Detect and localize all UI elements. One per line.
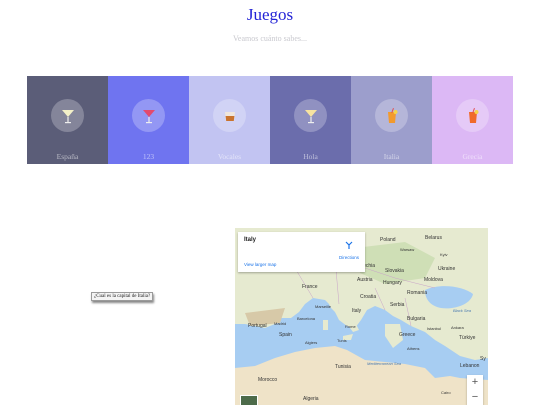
- map-label: Lebanon: [460, 363, 480, 369]
- category-label: Grecia: [462, 152, 483, 161]
- cocktail-red-icon: [132, 99, 165, 132]
- map-label: Moldova: [424, 277, 443, 283]
- map-label: Barcelona: [297, 316, 316, 321]
- tumbler-glass-icon: [213, 99, 246, 132]
- map-label: Ankara: [451, 325, 464, 330]
- cocktail-glass-icon: [294, 99, 327, 132]
- map-label: Marseille: [315, 304, 332, 309]
- view-larger-map-link[interactable]: View larger map: [244, 262, 276, 267]
- map-label: Morocco: [258, 377, 278, 383]
- map-label: Istanbul: [427, 326, 442, 331]
- map-label: Greece: [399, 332, 416, 338]
- page-title: Juegos: [246, 5, 294, 24]
- map-label: Ukraine: [438, 266, 456, 272]
- map-label: Algeria: [303, 396, 319, 402]
- map-label: Belarus: [425, 235, 442, 241]
- category-tile-italia[interactable]: Italia: [351, 76, 432, 164]
- tropical-drink-icon: [375, 99, 408, 132]
- map-label: Cairo: [441, 390, 451, 395]
- category-label: Hola: [303, 152, 318, 161]
- map-label: Bulgaria: [407, 316, 426, 322]
- map-label: Spain: [279, 332, 292, 338]
- zoom-out-button[interactable]: −: [467, 390, 483, 405]
- map-label: Mediterranean Sea: [367, 361, 402, 366]
- page-subtitle: Veamos cuánto sabes...: [233, 34, 307, 43]
- map-label: Madrid: [274, 321, 287, 326]
- question-button[interactable]: ¿Cual es la capital de Italia?: [91, 292, 154, 301]
- map-label: Tunisia: [335, 364, 351, 370]
- map-label: Austria: [357, 277, 373, 283]
- directions-label: Directions: [338, 255, 359, 260]
- map-label: Croatia: [360, 294, 377, 300]
- map-label: Hungary: [383, 280, 402, 286]
- directions-button[interactable]: Directions: [338, 236, 360, 260]
- map-label: Serbia: [390, 302, 405, 308]
- category-label: Italia: [383, 152, 400, 161]
- map-label: Slovakia: [385, 268, 404, 274]
- map-label: Warsaw: [400, 247, 415, 252]
- cocktail-glass-icon: [51, 99, 84, 132]
- tropical-drink-icon: [456, 99, 489, 132]
- map-type-thumbnail[interactable]: [240, 395, 258, 405]
- map-label: Rome: [345, 324, 356, 329]
- map-label: Algiers: [305, 340, 318, 345]
- map-label: Kyiv: [440, 252, 448, 257]
- category-tile-grecia[interactable]: Grecia: [432, 76, 513, 164]
- map-label: Sy: [480, 356, 486, 362]
- category-tile-espana[interactable]: España: [27, 76, 108, 164]
- map-label: Türkiye: [459, 335, 476, 341]
- category-grid: España 123 Vocales Hola Italia Grecia: [27, 76, 513, 164]
- category-tile-vocales[interactable]: Vocales: [189, 76, 270, 164]
- map-info-card: Italy Directions View larger map: [238, 232, 365, 272]
- map-label: Poland: [380, 237, 396, 243]
- directions-icon: [345, 241, 353, 249]
- category-tile-hola[interactable]: Hola: [270, 76, 351, 164]
- map-embed[interactable]: Poland Belarus Warsaw Kyiv Czechia Slova…: [235, 228, 488, 405]
- map-label: Romania: [407, 290, 428, 296]
- zoom-in-button[interactable]: +: [467, 375, 483, 390]
- category-label: España: [56, 152, 79, 161]
- map-label: Black Sea: [453, 308, 472, 313]
- map-label: Tunis: [337, 338, 347, 343]
- category-label: Vocales: [217, 152, 242, 161]
- zoom-controls: + −: [467, 375, 483, 405]
- map-label: France: [302, 284, 318, 290]
- map-place-name: Italy: [244, 237, 257, 243]
- map-label: Italy: [352, 308, 362, 314]
- map-label: Athens: [407, 346, 420, 351]
- category-tile-123[interactable]: 123: [108, 76, 189, 164]
- category-label: 123: [142, 152, 155, 161]
- map-label: Portugal: [248, 323, 267, 329]
